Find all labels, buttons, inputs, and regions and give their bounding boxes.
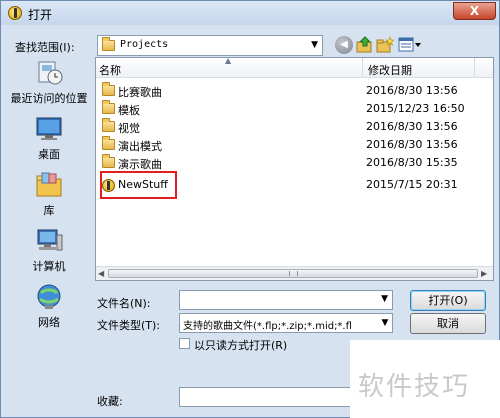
- close-button[interactable]: X: [453, 2, 496, 20]
- folder-icon: [102, 37, 115, 51]
- file-date: 2016/8/30 15:35: [366, 156, 458, 169]
- watermark-text: 软件技巧: [358, 372, 471, 402]
- readonly-label[interactable]: 以只读方式打开(R): [194, 337, 287, 353]
- list-item[interactable]: 演示歌曲 2016/8/30 15:35: [96, 154, 493, 172]
- cancel-button[interactable]: 取消: [410, 313, 486, 334]
- desktop-icon: [34, 115, 64, 143]
- network-icon: [34, 283, 64, 311]
- file-name: 视觉: [118, 122, 140, 135]
- folder-icon: [102, 82, 115, 96]
- file-date: 2015/7/15 20:31: [366, 178, 458, 191]
- places-bar: 最近访问的位置 桌面 库 计算机 网络: [7, 59, 91, 337]
- chevron-down-icon[interactable]: ▼: [378, 314, 392, 332]
- chevron-down-icon[interactable]: ▼: [311, 40, 318, 50]
- file-name: 模板: [118, 104, 140, 117]
- place-label: 最近访问的位置: [10, 92, 88, 105]
- readonly-checkbox[interactable]: [179, 338, 190, 349]
- place-network[interactable]: 网络: [7, 283, 91, 337]
- file-name: 比赛歌曲: [118, 86, 162, 99]
- watermark: 软件技巧: [350, 340, 500, 418]
- file-list[interactable]: 名称 ▲ 修改日期 比赛歌曲 2016/8/30 13:56 模板 2015/1…: [95, 56, 494, 281]
- place-recent[interactable]: 最近访问的位置: [7, 59, 91, 113]
- scroll-left-icon[interactable]: ◀: [98, 269, 104, 278]
- recent-places-icon: [34, 59, 64, 87]
- place-desktop[interactable]: 桌面: [7, 115, 91, 169]
- up-folder-icon[interactable]: [356, 36, 374, 54]
- new-folder-icon[interactable]: [376, 36, 395, 54]
- list-item[interactable]: 演出模式 2016/8/30 13:56: [96, 136, 493, 154]
- highlight-box: [100, 171, 177, 199]
- scroll-thumb[interactable]: [108, 269, 478, 278]
- file-name: 演示歌曲: [118, 158, 162, 171]
- column-header-date[interactable]: 修改日期: [368, 62, 412, 78]
- computer-icon: [34, 227, 64, 255]
- libraries-icon: [34, 171, 64, 199]
- title-bar: 打开 X: [1, 1, 499, 25]
- file-name: 演出模式: [118, 140, 162, 153]
- folder-icon: [102, 154, 115, 168]
- folder-icon: [102, 118, 115, 132]
- folder-icon: [102, 136, 115, 150]
- view-menu-icon[interactable]: [398, 36, 422, 54]
- file-date: 2016/8/30 13:56: [366, 84, 458, 97]
- grip-icon: [289, 271, 298, 276]
- favorites-label: 收藏:: [97, 395, 123, 408]
- place-computer[interactable]: 计算机: [7, 227, 91, 281]
- scroll-right-icon[interactable]: ▶: [481, 269, 487, 278]
- list-item[interactable]: 模板 2015/12/23 16:50: [96, 100, 493, 118]
- sort-ascending-icon: ▲: [225, 56, 232, 65]
- column-header-name[interactable]: 名称: [99, 62, 121, 78]
- place-label: 桌面: [38, 148, 60, 161]
- list-item[interactable]: 比赛歌曲 2016/8/30 13:56: [96, 82, 493, 100]
- look-in-value: Projects: [120, 39, 169, 50]
- place-libraries[interactable]: 库: [7, 171, 91, 225]
- file-date: 2016/8/30 13:56: [366, 120, 458, 133]
- place-label: 库: [43, 204, 55, 217]
- column-divider[interactable]: [474, 58, 475, 78]
- file-date: 2015/12/23 16:50: [366, 102, 465, 115]
- window-title: 打开: [28, 8, 53, 22]
- list-item[interactable]: 视觉 2016/8/30 13:56: [96, 118, 493, 136]
- open-button[interactable]: 打开(O): [410, 290, 486, 311]
- folder-icon: [102, 100, 115, 114]
- filetype-label: 文件类型(T):: [97, 319, 161, 332]
- horizontal-scrollbar[interactable]: ◀ ▶: [96, 266, 493, 280]
- list-header: 名称 ▲ 修改日期: [96, 56, 493, 78]
- filename-input[interactable]: ▼: [179, 290, 393, 310]
- filetype-value: 支持的歌曲文件(*.flp;*.zip;*.mid;*.fl: [183, 321, 352, 332]
- column-divider[interactable]: [362, 58, 363, 78]
- file-date: 2016/8/30 13:56: [366, 138, 458, 151]
- filename-label: 文件名(N):: [97, 297, 151, 310]
- filetype-select[interactable]: 支持的歌曲文件(*.flp;*.zip;*.mid;*.fl ▼: [179, 313, 393, 333]
- look-in-combo[interactable]: Projects ▼: [97, 35, 323, 56]
- place-label: 网络: [38, 316, 60, 329]
- chevron-down-icon[interactable]: ▼: [381, 294, 388, 304]
- open-dialog: 打开 X 查找范围(I): Projects ▼ ◀ 最近访问的位置 桌面 库 …: [0, 0, 500, 418]
- back-arrow-icon[interactable]: ◀: [335, 36, 353, 54]
- app-logo-icon: [8, 6, 22, 20]
- place-label: 计算机: [32, 260, 66, 273]
- look-in-label: 查找范围(I):: [15, 41, 75, 54]
